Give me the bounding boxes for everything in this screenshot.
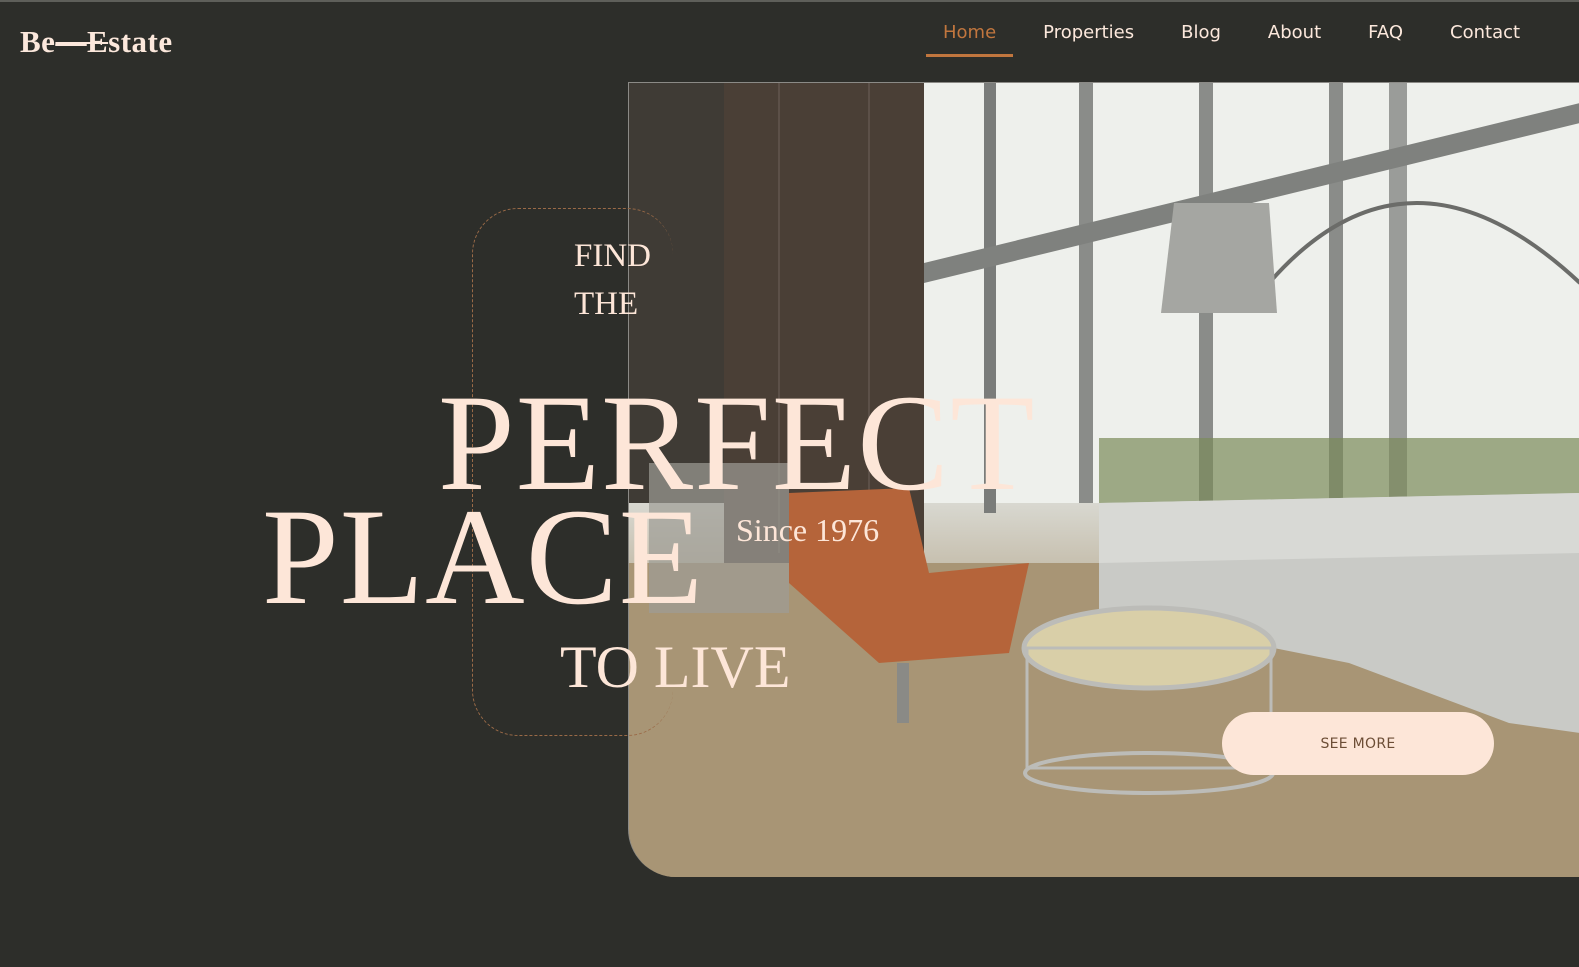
brand-logo-suffix: state xyxy=(108,24,173,59)
hero-line-place: PLACE xyxy=(262,480,705,633)
hero-line-the: THE xyxy=(574,286,639,322)
nav-faq[interactable]: FAQ xyxy=(1351,22,1420,57)
nav-contact[interactable]: Contact xyxy=(1433,22,1537,57)
top-border xyxy=(0,0,1579,2)
hero-line-find: FIND xyxy=(574,238,652,274)
nav-properties[interactable]: Properties xyxy=(1026,22,1151,57)
brand-logo-prefix: Be xyxy=(20,24,56,59)
see-more-button[interactable]: SEE MORE xyxy=(1222,712,1494,775)
brand-logo[interactable]: Be—Estate xyxy=(20,24,173,60)
brand-logo-dash: —E xyxy=(55,24,109,59)
nav-about[interactable]: About xyxy=(1251,22,1338,57)
nav-blog[interactable]: Blog xyxy=(1164,22,1238,57)
hero-line-to-live: TO LIVE xyxy=(560,634,791,700)
nav-home[interactable]: Home xyxy=(926,22,1014,57)
hero-since-label: Since 1976 xyxy=(736,512,880,548)
main-nav: Home Properties Blog About FAQ Contact xyxy=(926,22,1550,57)
